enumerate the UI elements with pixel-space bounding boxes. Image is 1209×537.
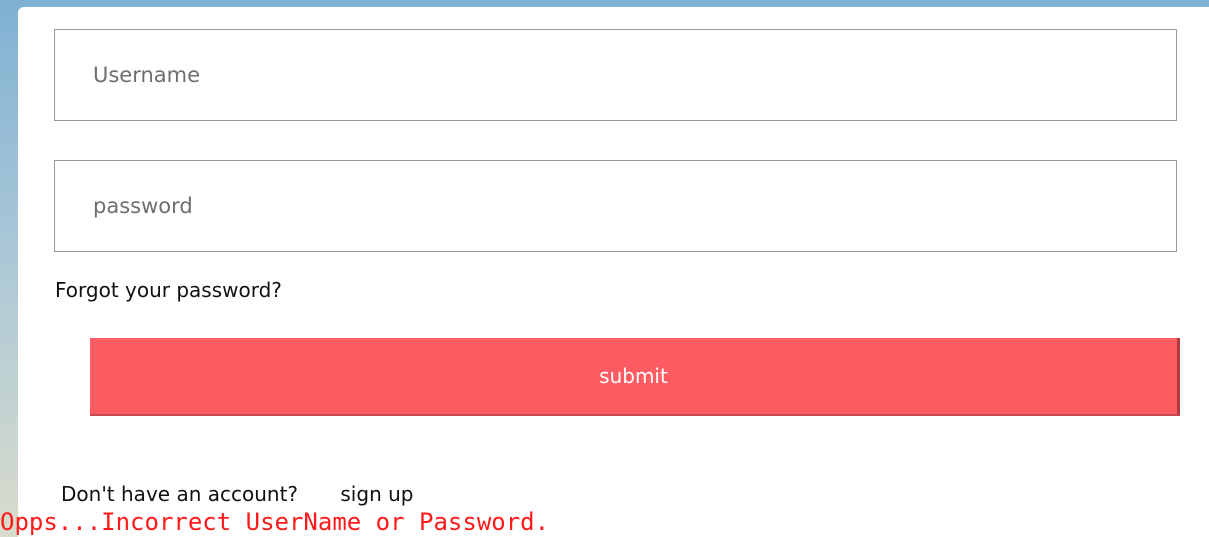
error-message: Opps...Incorrect UserName or Password. xyxy=(0,508,550,536)
username-input[interactable] xyxy=(54,29,1177,121)
submit-button[interactable]: submit xyxy=(90,338,1180,416)
signup-row: Don't have an account? sign up xyxy=(61,482,413,506)
forgot-password-link[interactable]: Forgot your password? xyxy=(55,278,282,302)
page-background: Forgot your password? submit Don't have … xyxy=(0,0,1209,537)
sign-up-link[interactable]: sign up xyxy=(340,482,413,506)
login-card: Forgot your password? submit Don't have … xyxy=(18,7,1209,537)
no-account-text: Don't have an account? xyxy=(61,482,299,506)
password-input[interactable] xyxy=(54,160,1177,252)
